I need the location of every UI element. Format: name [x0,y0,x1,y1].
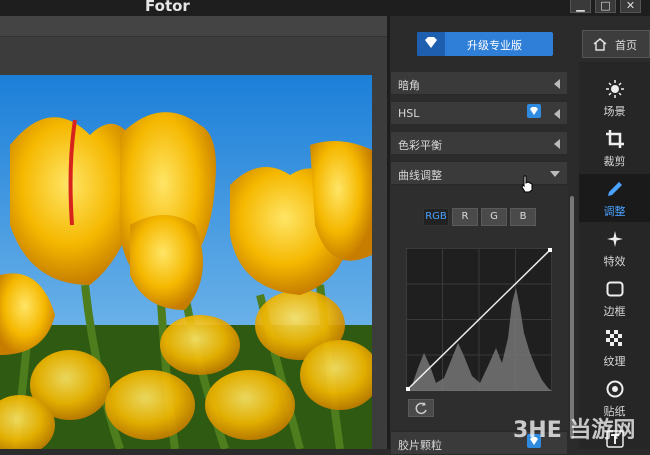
reset-curve-button[interactable] [408,399,434,417]
nav-crop[interactable]: 裁剪 [579,124,650,172]
target-icon [606,380,624,398]
refresh-icon [415,402,427,415]
title-bar: Fotor ▁ □ ✕ [0,0,650,16]
channel-r-button[interactable]: R [452,208,478,226]
panel-curves[interactable]: 曲线调整 [390,161,568,185]
nav-label: 调整 [603,205,626,218]
close-button[interactable]: ✕ [620,0,641,13]
collapse-arrow-icon [554,139,560,149]
panel-label: 色彩平衡 [398,139,442,152]
nav-effects[interactable]: 特效 [579,224,650,272]
nav-label: 纹理 [603,355,626,368]
panel-label: HSL [398,107,420,120]
nav-label: 场景 [603,105,626,118]
sun-icon [606,80,624,98]
scrollbar-thumb[interactable] [570,196,574,439]
channel-b-button[interactable]: B [510,208,536,226]
hand-cursor-icon [521,175,533,193]
nav-label: 边框 [603,305,626,318]
panel-hsl[interactable]: HSL [390,101,568,125]
crop-icon [606,130,624,148]
collapse-arrow-icon [554,109,560,119]
channel-g-button[interactable]: G [481,208,507,226]
nav-label: 裁剪 [603,155,626,168]
pencil-icon [608,182,622,196]
collapse-arrow-icon [554,79,560,89]
home-button[interactable]: 首页 [582,30,650,58]
nav-scene[interactable]: 场景 [579,74,650,122]
panel-label: 曲线调整 [398,169,442,182]
expand-arrow-icon [550,171,560,177]
texture-icon [606,330,622,346]
app-title: Fotor [145,0,190,15]
watermark: 3HE 当游网 [513,404,650,449]
curve-graph[interactable] [405,247,553,392]
frame-icon [606,281,624,297]
nav-frame[interactable]: 边框 [579,274,650,322]
panel-label: 胶片颗粒 [398,439,442,452]
panel-vignette[interactable]: 暗角 [390,71,568,95]
home-label: 首页 [615,39,637,52]
nav-label: 特效 [603,255,626,268]
pro-diamond-icon [527,104,541,118]
sparkle-icon [607,231,623,247]
diamond-icon [417,32,445,56]
watermark-text: 3HE 当游网 [513,418,636,443]
maximize-button[interactable]: □ [595,0,616,13]
nav-adjust[interactable]: 调整 [579,174,650,222]
channel-rgb-button[interactable]: RGB [423,208,449,226]
panel-color-balance[interactable]: 色彩平衡 [390,131,568,155]
minimize-button[interactable]: ▁ [570,0,591,13]
home-icon [593,38,607,51]
canvas-top-strip [0,16,387,37]
nav-texture[interactable]: 纹理 [579,324,650,372]
upgrade-pro-button[interactable]: 升级专业版 [417,32,553,56]
panel-label: 暗角 [398,79,420,92]
tulip-photo [0,75,372,449]
upgrade-label: 升级专业版 [467,39,522,52]
